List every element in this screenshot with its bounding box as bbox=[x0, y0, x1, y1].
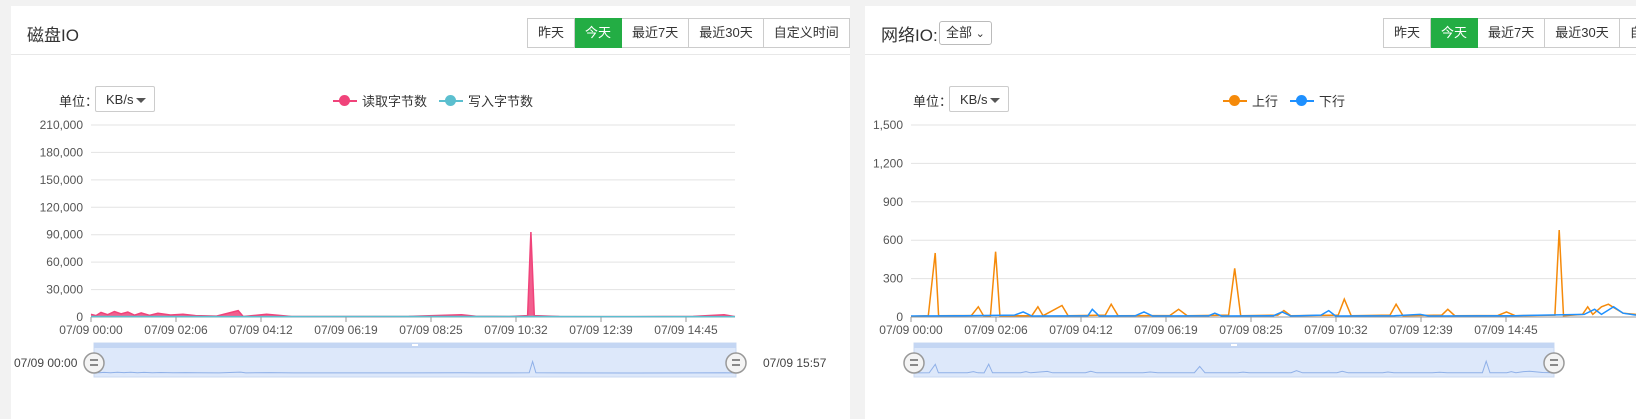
x-tick-label: 07/09 00:00 bbox=[59, 323, 123, 337]
y-tick-label: 1,500 bbox=[873, 118, 903, 132]
x-tick-label: 07/09 08:25 bbox=[1219, 323, 1283, 337]
x-tick-label: 07/09 02:06 bbox=[144, 323, 208, 337]
zoom-range-bar bbox=[93, 342, 737, 378]
range-end-label: 07/09 15:57 bbox=[763, 356, 827, 370]
range-start-label: 07/09 00:00 bbox=[14, 356, 78, 370]
y-tick-label: 90,000 bbox=[46, 228, 83, 242]
zoom-range-bar bbox=[913, 342, 1555, 378]
network-io-panel: 网络IO: 全部 ⌄ 昨天 今天 最近7天 最近30天 自定义时间 单位： KB… bbox=[865, 6, 1636, 419]
y-tick-label: 600 bbox=[883, 233, 903, 247]
x-tick-label: 07/09 14:45 bbox=[654, 323, 718, 337]
x-tick-label: 07/09 02:06 bbox=[964, 323, 1028, 337]
x-tick-label: 07/09 12:39 bbox=[569, 323, 633, 337]
y-tick-label: 150,000 bbox=[40, 173, 84, 187]
disk-io-panel: 磁盘IO 昨天 今天 最近7天 最近30天 自定义时间 单位： KB/s 读取字… bbox=[11, 6, 850, 419]
zoom-drag-handle bbox=[1231, 344, 1237, 346]
y-tick-label: 0 bbox=[76, 310, 83, 324]
x-tick-label: 07/09 06:19 bbox=[1134, 323, 1198, 337]
x-tick-label: 07/09 06:19 bbox=[314, 323, 378, 337]
x-tick-label: 07/09 04:12 bbox=[229, 323, 293, 337]
x-tick-label: 07/09 00:00 bbox=[879, 323, 943, 337]
y-tick-label: 30,000 bbox=[46, 283, 83, 297]
x-tick-label: 07/09 14:45 bbox=[1474, 323, 1538, 337]
x-tick-label: 07/09 08:25 bbox=[399, 323, 463, 337]
x-tick-label: 07/09 10:32 bbox=[1304, 323, 1368, 337]
y-tick-label: 1,200 bbox=[873, 156, 903, 170]
y-tick-label: 900 bbox=[883, 195, 903, 209]
disk-io-chart: 0 30,000 60,000 90,000 120,000 150,000 180,000… bbox=[40, 118, 747, 378]
series-line-0 bbox=[910, 229, 1636, 318]
series-area-0 bbox=[91, 232, 735, 317]
y-tick-label: 60,000 bbox=[46, 255, 83, 269]
y-tick-label: 0 bbox=[896, 310, 903, 324]
y-tick-label: 120,000 bbox=[40, 200, 84, 214]
y-tick-label: 300 bbox=[883, 272, 903, 286]
y-tick-label: 210,000 bbox=[40, 118, 84, 132]
zoom-drag-handle bbox=[412, 344, 418, 346]
x-tick-label: 07/09 04:12 bbox=[1049, 323, 1113, 337]
x-tick-label: 07/09 12:39 bbox=[1389, 323, 1453, 337]
y-tick-label: 180,000 bbox=[40, 145, 84, 159]
network-io-chart: 0 300 600 900 1,200 1,500 07/09 00:00 07/09 02:… bbox=[873, 118, 1636, 378]
zoom-handle-end-icon bbox=[725, 352, 747, 374]
zoom-handle-start-icon bbox=[83, 352, 105, 374]
series-line-0 bbox=[90, 231, 736, 318]
zoom-handle-start-icon bbox=[903, 352, 925, 374]
x-tick-label: 07/09 10:32 bbox=[484, 323, 548, 337]
zoom-handle-end-icon bbox=[1543, 352, 1565, 374]
